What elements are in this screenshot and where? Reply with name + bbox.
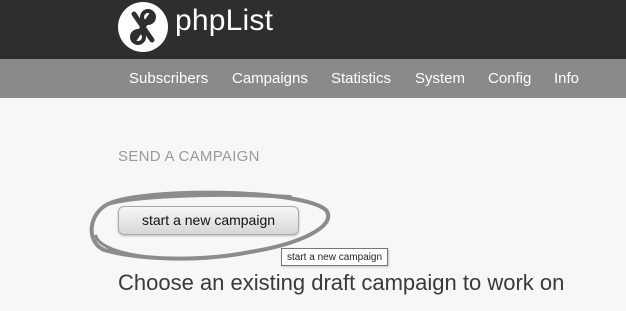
nav-item-config[interactable]: Config: [488, 59, 531, 98]
nav-item-system[interactable]: System: [415, 59, 465, 98]
nav-item-statistics[interactable]: Statistics: [331, 59, 391, 98]
logo-text[interactable]: phpList: [175, 1, 273, 41]
start-new-campaign-button[interactable]: start a new campaign: [118, 206, 299, 235]
main-navigation: Subscribers Campaigns Statistics System …: [0, 59, 626, 98]
nav-item-subscribers[interactable]: Subscribers: [129, 59, 208, 98]
button-tooltip: start a new campaign: [281, 248, 389, 266]
page-title: SEND A CAMPAIGN: [118, 148, 260, 165]
phplist-infinity-logo-icon[interactable]: [117, 1, 169, 53]
browser-viewport: phpList Subscribers Campaigns Statistics…: [0, 0, 626, 311]
nav-item-info[interactable]: Info: [554, 59, 579, 98]
nav-item-campaigns[interactable]: Campaigns: [232, 59, 308, 98]
draft-campaign-heading: Choose an existing draft campaign to wor…: [118, 270, 565, 295]
header-bar: phpList: [0, 0, 626, 59]
